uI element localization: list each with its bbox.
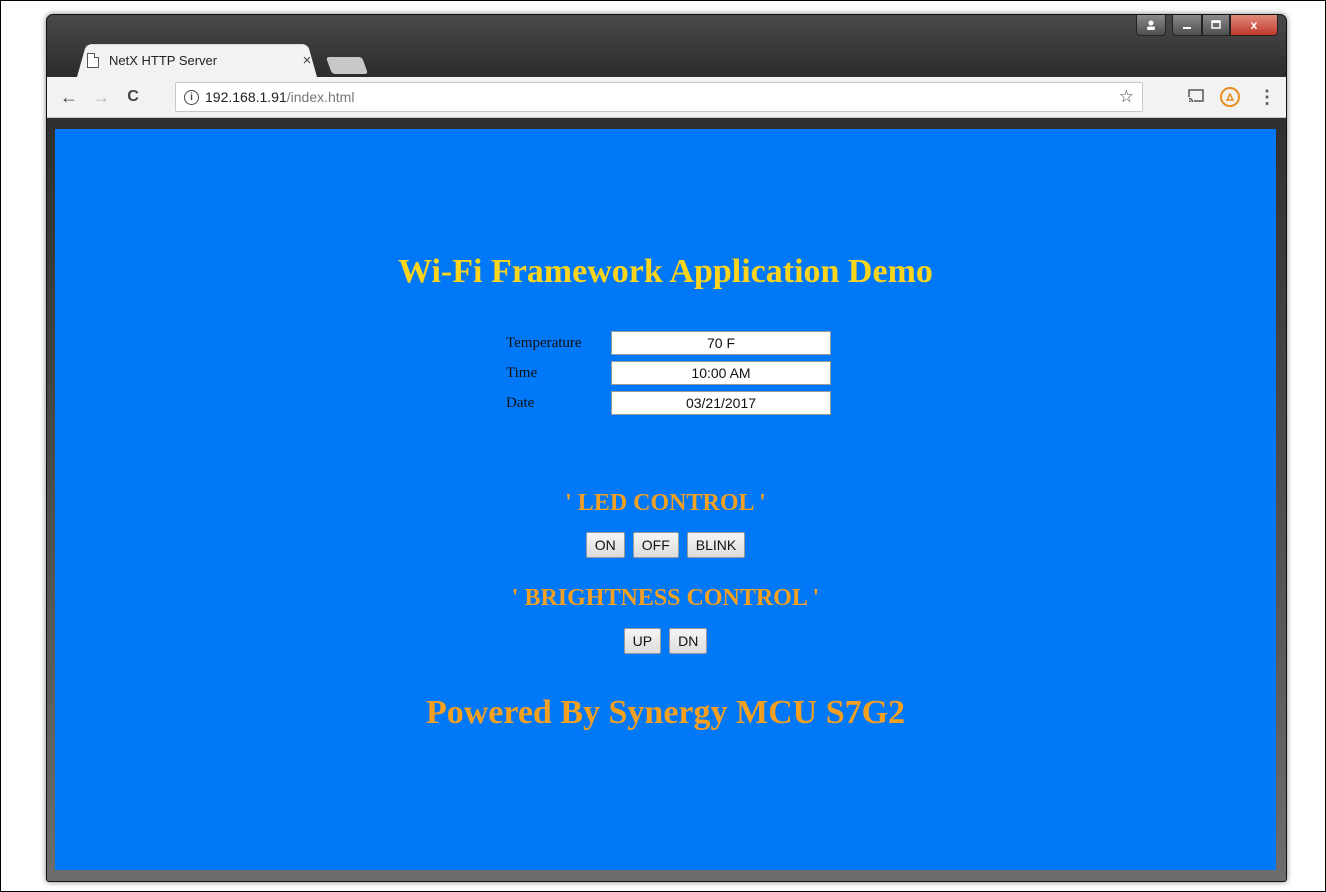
window-controls: x xyxy=(1136,15,1278,36)
maximize-button[interactable] xyxy=(1202,15,1230,36)
page-viewport: Wi-Fi Framework Application Demo Tempera… xyxy=(55,129,1276,870)
address-bar[interactable]: i 192.168.1.91/index.html ☆ xyxy=(175,82,1143,112)
minimize-button[interactable] xyxy=(1172,15,1202,36)
cast-icon[interactable] xyxy=(1186,88,1206,106)
brightness-control-title: ' BRIGHTNESS CONTROL ' xyxy=(511,585,820,611)
star-icon[interactable]: ☆ xyxy=(1119,87,1134,107)
sensor-table: Temperature Time Date xyxy=(500,326,838,420)
forward-icon[interactable]: → xyxy=(89,87,113,108)
led-blink-button[interactable]: BLINK xyxy=(686,532,746,558)
date-field[interactable] xyxy=(611,391,831,415)
extension-icon[interactable] xyxy=(1220,87,1240,107)
sensor-row-time: Time xyxy=(506,360,832,386)
close-window-button[interactable]: x xyxy=(1230,15,1278,36)
time-label: Time xyxy=(506,364,538,381)
info-icon[interactable]: i xyxy=(184,89,199,105)
tab-close-button[interactable]: × xyxy=(297,52,317,69)
url-path: /index.html xyxy=(286,89,355,105)
brightness-up-button[interactable]: UP xyxy=(623,628,662,654)
back-icon[interactable]: ← xyxy=(57,87,81,108)
menu-icon[interactable]: ⋮ xyxy=(1258,87,1276,108)
sensor-row-date: Date xyxy=(506,390,832,416)
time-field[interactable] xyxy=(611,361,831,385)
user-icon[interactable] xyxy=(1136,15,1166,36)
tab-title: NetX HTTP Server xyxy=(109,52,218,68)
page-icon xyxy=(87,52,99,68)
browser-window: NetX HTTP Server × x ← → C i 192.168.1.9… xyxy=(46,14,1287,882)
brightness-button-row: UP DN xyxy=(55,628,1276,654)
temperature-label: Temperature xyxy=(506,334,582,351)
url-host: 192.168.1.91 xyxy=(205,89,287,105)
led-off-button[interactable]: OFF xyxy=(632,532,679,558)
date-label: Date xyxy=(506,394,535,411)
toolbar-actions: ⋮ xyxy=(1186,77,1276,117)
reload-icon[interactable]: C xyxy=(121,88,145,106)
sensor-row-temperature: Temperature xyxy=(506,330,832,356)
new-tab-button[interactable] xyxy=(325,57,369,74)
page-title: Wi-Fi Framework Application Demo xyxy=(398,253,933,290)
browser-toolbar: ← → C i 192.168.1.91/index.html ☆ ⋮ xyxy=(47,77,1286,118)
led-control-title: ' LED CONTROL ' xyxy=(565,490,766,516)
tab-content[interactable]: NetX HTTP Server × xyxy=(83,45,319,75)
temperature-field[interactable] xyxy=(611,331,831,355)
powered-by-footer: Powered By Synergy MCU S7G2 xyxy=(425,694,906,731)
brightness-down-button[interactable]: DN xyxy=(669,628,708,654)
led-on-button[interactable]: ON xyxy=(585,532,625,558)
led-button-row: ON OFF BLINK xyxy=(55,532,1276,558)
